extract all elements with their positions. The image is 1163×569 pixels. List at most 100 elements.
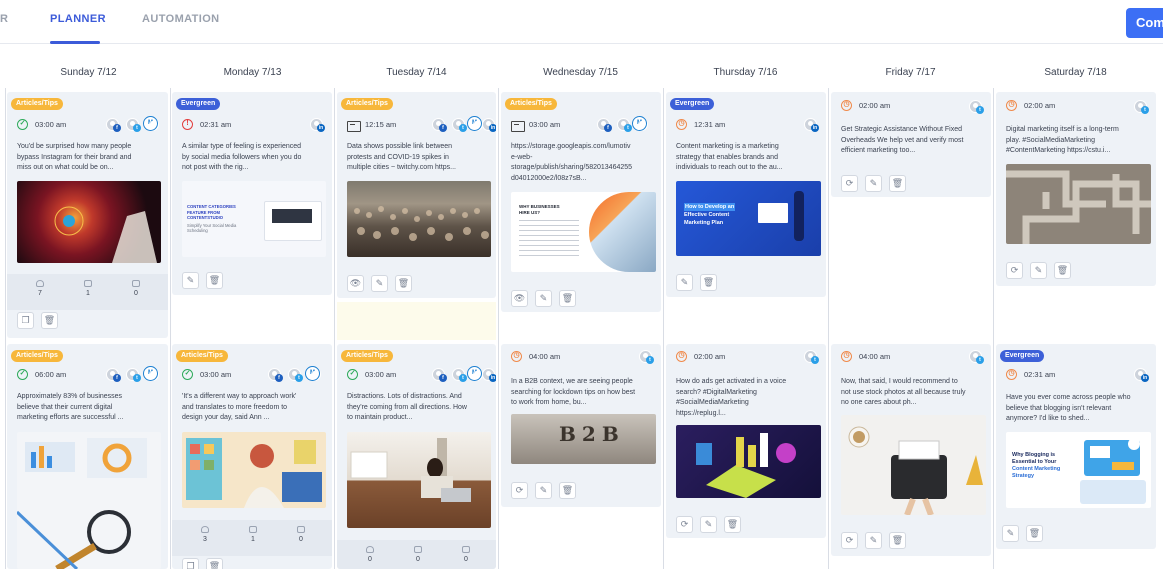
account-avatars: t bbox=[969, 100, 989, 114]
clock-icon: ◷ bbox=[511, 351, 522, 362]
edit-icon[interactable]: ✎ bbox=[865, 532, 882, 549]
shares-stat: 0 bbox=[403, 546, 433, 563]
tab-automation[interactable]: AUTOMATION bbox=[142, 13, 220, 25]
trash-icon[interactable]: 🗑 bbox=[700, 274, 717, 291]
category-pill: Articles/Tips bbox=[11, 350, 63, 362]
post-time: 04:00 am bbox=[859, 352, 891, 361]
post-time: 02:31 am bbox=[200, 120, 232, 129]
eye-icon[interactable]: 👁 bbox=[347, 275, 364, 292]
repeat-icon[interactable]: ⟳ bbox=[841, 175, 858, 192]
trash-icon[interactable]: 🗑 bbox=[1026, 525, 1043, 542]
post-card[interactable]: Evergreen ! 02:31 am in A similar type o… bbox=[172, 92, 332, 295]
repeat-icon[interactable]: ⟳ bbox=[676, 516, 693, 533]
account-avatars: t bbox=[639, 350, 659, 364]
check-circle-icon: ✓ bbox=[17, 369, 28, 380]
trash-icon[interactable]: 🗑 bbox=[1054, 262, 1071, 279]
compose-button[interactable]: Comp bbox=[1126, 8, 1163, 38]
avatar: in bbox=[482, 118, 496, 132]
post-card[interactable]: Evergreen ◷ 12:31 am in Content marketin… bbox=[666, 92, 826, 297]
avatar: in bbox=[1134, 368, 1149, 382]
tab-partial[interactable]: R bbox=[0, 13, 8, 25]
edit-icon[interactable]: ✎ bbox=[371, 275, 388, 292]
post-card[interactable]: Evergreen ◷ 02:31 am in Have you ever co… bbox=[996, 344, 1156, 549]
post-text: Content marketing is a marketing strategy… bbox=[676, 143, 783, 172]
repeat-icon[interactable]: ⟳ bbox=[1006, 262, 1023, 279]
category-pill: Articles/Tips bbox=[341, 350, 393, 362]
post-text: Get Strategic Assistance Without Fixed Ov… bbox=[841, 126, 964, 155]
post-card[interactable]: ◷ 02:00 am t Digital marketing itself is… bbox=[996, 92, 1156, 286]
empty-slot[interactable] bbox=[337, 302, 496, 340]
eye-icon[interactable]: 👁 bbox=[511, 290, 528, 307]
post-card[interactable]: ◷ 04:00 am t Now, that said, I would rec… bbox=[831, 344, 991, 556]
edit-icon[interactable]: ✎ bbox=[535, 482, 552, 499]
account-avatars: t bbox=[969, 350, 989, 364]
edit-icon[interactable]: ✎ bbox=[535, 290, 552, 307]
avatar: t bbox=[804, 350, 819, 364]
column-divider bbox=[663, 88, 664, 569]
trash-icon[interactable]: 🗑 bbox=[559, 482, 576, 499]
tab-planner[interactable]: PLANNER bbox=[50, 13, 106, 25]
duplicate-icon[interactable]: ❐ bbox=[182, 558, 199, 569]
post-text: How do ads get activated in a voice searc… bbox=[676, 378, 787, 418]
avatar: t bbox=[452, 118, 467, 132]
avatar: t bbox=[126, 368, 141, 382]
post-card[interactable]: ◷ 02:00 am t How do ads get activated in… bbox=[666, 344, 826, 538]
column-divider bbox=[170, 88, 171, 569]
clock-icon: ◷ bbox=[1006, 369, 1017, 380]
trash-icon[interactable]: 🗑 bbox=[889, 532, 906, 549]
post-text: Data shows possible link between protests… bbox=[347, 143, 456, 172]
edit-icon[interactable]: ✎ bbox=[182, 272, 199, 289]
day-header-wednesday: Wednesday 7/15 bbox=[543, 67, 618, 78]
post-time: 03:00 am bbox=[35, 120, 67, 129]
post-card[interactable]: ◷ 04:00 am t In a B2B context, we are se… bbox=[501, 344, 661, 507]
repeat-icon[interactable]: ⟳ bbox=[511, 482, 528, 499]
post-image: CONTENT CATEGORIES FEATURE FROM CONTENTSTU… bbox=[182, 181, 326, 257]
post-image bbox=[676, 425, 821, 498]
post-image bbox=[347, 181, 491, 257]
column-divider bbox=[993, 88, 994, 569]
post-card[interactable]: Articles/Tips 03:00 am f t M https://sto… bbox=[501, 92, 661, 312]
heart-icon bbox=[36, 280, 44, 287]
trash-icon[interactable]: 🗑 bbox=[559, 290, 576, 307]
trash-icon[interactable]: 🗑 bbox=[41, 312, 58, 329]
account-avatars: t bbox=[804, 350, 824, 364]
avatar: f bbox=[106, 368, 121, 382]
category-pill: Articles/Tips bbox=[341, 98, 393, 110]
comments-stat: 0 bbox=[286, 526, 316, 543]
post-card[interactable]: ◷ 02:00 am t Get Strategic Assistance Wi… bbox=[831, 92, 991, 197]
avatar: f bbox=[432, 118, 447, 132]
likes-stat: 0 bbox=[355, 546, 385, 563]
trash-icon[interactable]: 🗑 bbox=[724, 516, 741, 533]
comment-icon bbox=[462, 546, 470, 553]
post-text: Digital marketing itself is a long-term p… bbox=[1006, 126, 1119, 155]
avatar: t bbox=[969, 350, 984, 364]
edit-icon[interactable]: ✎ bbox=[700, 516, 717, 533]
edit-icon[interactable]: ✎ bbox=[676, 274, 693, 291]
trash-icon[interactable]: 🗑 bbox=[206, 558, 223, 569]
post-stats: 7 1 0 bbox=[7, 274, 168, 310]
post-image: B2B bbox=[511, 414, 656, 464]
post-text: Now, that said, I would recommend to not … bbox=[841, 378, 966, 407]
post-text: Distractions. Lots of distractions. And t… bbox=[347, 393, 467, 422]
column-divider bbox=[334, 88, 335, 569]
duplicate-icon[interactable]: ❐ bbox=[17, 312, 34, 329]
clock-icon: ◷ bbox=[676, 119, 687, 130]
account-avatars: f t M bbox=[106, 116, 166, 132]
shares-stat: 1 bbox=[238, 526, 268, 543]
post-card[interactable]: Articles/Tips 12:15 am f t M in Data sho… bbox=[337, 92, 496, 298]
trash-icon[interactable]: 🗑 bbox=[206, 272, 223, 289]
blog-avatar: M bbox=[305, 366, 321, 381]
edit-icon[interactable]: ✎ bbox=[1030, 262, 1047, 279]
post-card[interactable]: Articles/Tips ✓ 03:00 am f t M 'It's a d… bbox=[172, 344, 332, 569]
account-avatars: f t M in bbox=[432, 366, 496, 382]
edit-icon[interactable]: ✎ bbox=[865, 175, 882, 192]
trash-icon[interactable]: 🗑 bbox=[395, 275, 412, 292]
top-navigation: R PLANNER AUTOMATION Comp bbox=[0, 0, 1163, 44]
edit-icon[interactable]: ✎ bbox=[1002, 525, 1019, 542]
heart-icon bbox=[201, 526, 209, 533]
repeat-icon[interactable]: ⟳ bbox=[841, 532, 858, 549]
post-card[interactable]: Articles/Tips ✓ 06:00 am f t M Approxima… bbox=[7, 344, 168, 569]
trash-icon[interactable]: 🗑 bbox=[889, 175, 906, 192]
post-card[interactable]: Articles/Tips ✓ 03:00 am f t M in Distra… bbox=[337, 344, 496, 569]
post-card[interactable]: Articles/Tips ✓ 03:00 am f t M You'd be … bbox=[7, 92, 168, 338]
